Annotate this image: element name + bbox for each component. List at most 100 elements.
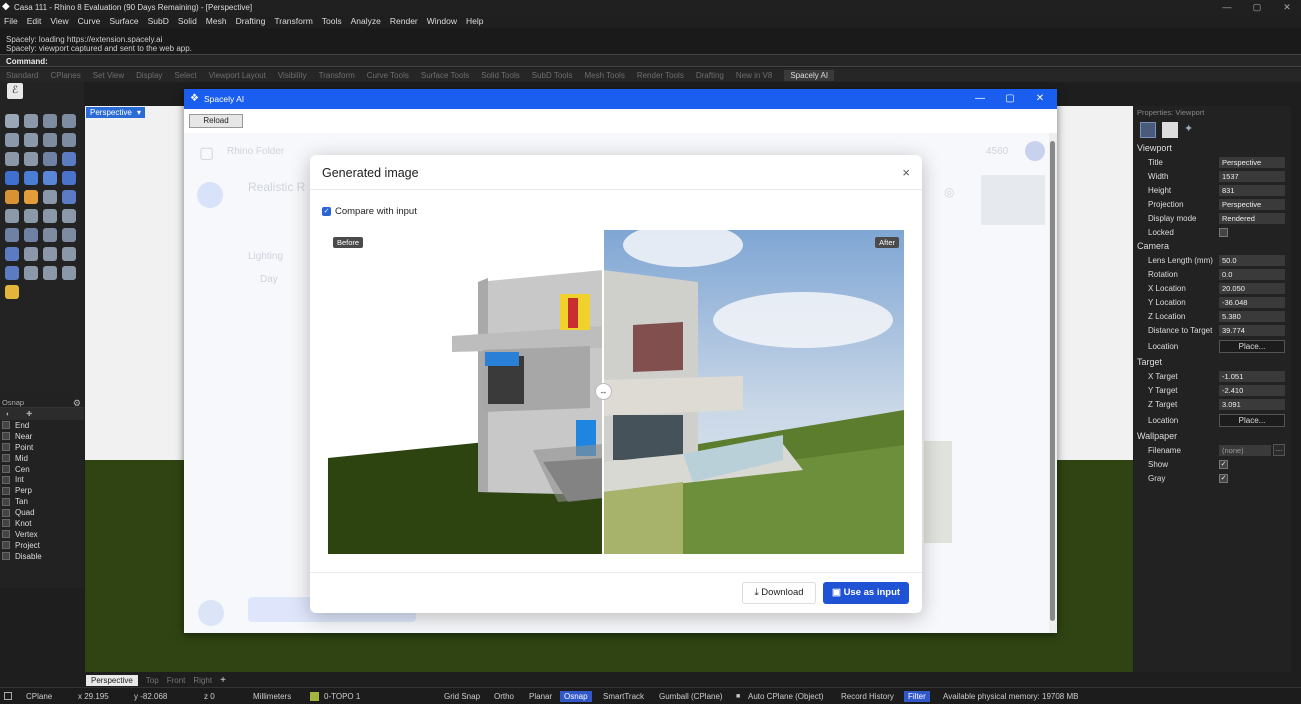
osnap-item-int[interactable]: Int xyxy=(0,474,84,485)
osnap-item-project[interactable]: Project xyxy=(0,540,84,551)
tab-viewport-layout[interactable]: Viewport Layout xyxy=(209,71,266,80)
menu-mesh[interactable]: Mesh xyxy=(206,16,227,26)
checkbox[interactable] xyxy=(2,465,10,473)
osnap-item-point[interactable]: Point xyxy=(0,442,84,453)
render-icon[interactable] xyxy=(24,266,38,280)
osnap-item-mid[interactable]: Mid xyxy=(0,453,84,464)
checkbox[interactable] xyxy=(2,454,10,463)
render-props-icon[interactable]: ✦ xyxy=(1184,122,1200,138)
gray-checkbox[interactable]: ✓ xyxy=(1219,473,1228,483)
osnap-toggle-icon[interactable]: ◐ xyxy=(6,411,10,418)
height-field[interactable]: 831 xyxy=(1219,184,1285,196)
status-cplane[interactable]: CPlane xyxy=(26,692,52,701)
tab-drafting[interactable]: Drafting xyxy=(696,71,724,80)
tab-display[interactable]: Display xyxy=(136,71,162,80)
checkbox[interactable] xyxy=(2,443,10,452)
status-record-history[interactable]: Record History xyxy=(841,692,894,701)
browse-button[interactable]: … xyxy=(1273,444,1285,456)
tab-visibility[interactable]: Visibility xyxy=(278,71,307,80)
menu-subd[interactable]: SubD xyxy=(148,16,169,26)
spacely-minimize-icon[interactable]: — xyxy=(965,89,995,109)
dimension-icon[interactable] xyxy=(24,228,38,242)
checkbox[interactable] xyxy=(2,497,10,506)
osnap-item-tan[interactable]: Tan xyxy=(0,496,84,507)
select-arrow-icon[interactable] xyxy=(5,114,19,128)
camera-icon[interactable]: ◎ xyxy=(944,185,954,199)
rotate-icon[interactable] xyxy=(5,247,19,261)
light-icon[interactable] xyxy=(5,285,19,299)
osnap-item-end[interactable]: End xyxy=(0,420,84,431)
menu-transform[interactable]: Transform xyxy=(274,16,312,26)
projection-select[interactable]: Perspective xyxy=(1219,198,1285,210)
menu-window[interactable]: Window xyxy=(427,16,457,26)
status-auto-cplane[interactable]: Auto CPlane (Object) xyxy=(748,692,824,701)
compare-handle-icon[interactable]: ↔ xyxy=(595,383,612,400)
compare-image[interactable]: ↔ Before After xyxy=(328,230,904,554)
tab-subd-tools[interactable]: SubD Tools xyxy=(532,71,573,80)
fillet-icon[interactable] xyxy=(43,152,57,166)
y-location-field[interactable]: -36.048 xyxy=(1219,296,1285,308)
compare-toggle[interactable]: ✓ Compare with input xyxy=(322,206,417,217)
status-layer[interactable]: 0-TOPO 1 xyxy=(324,692,360,701)
tab-transform[interactable]: Transform xyxy=(319,71,355,80)
tab-mesh-tools[interactable]: Mesh Tools xyxy=(585,71,625,80)
z-location-field[interactable]: 5.380 xyxy=(1219,310,1285,322)
viewport-tab-perspective[interactable]: Perspective xyxy=(86,675,138,686)
text-icon[interactable] xyxy=(5,228,19,242)
add-viewport-icon[interactable]: + xyxy=(220,675,226,686)
curve-icon[interactable] xyxy=(24,152,38,166)
input-thumbnail[interactable] xyxy=(981,175,1045,225)
trim-icon[interactable] xyxy=(43,209,57,223)
tab-set-view[interactable]: Set View xyxy=(93,71,124,80)
reload-button[interactable]: Reload xyxy=(189,114,243,128)
status-filter[interactable]: Filter xyxy=(904,690,930,702)
mirror-icon[interactable] xyxy=(62,247,76,261)
viewport-tab-right[interactable]: Right xyxy=(193,676,212,685)
osnap-item-cen[interactable]: Cen xyxy=(0,464,84,475)
rectangle-icon[interactable] xyxy=(62,114,76,128)
polyline-icon[interactable] xyxy=(43,114,57,128)
gear-icon[interactable]: ⚙ xyxy=(73,398,81,409)
menu-drafting[interactable]: Drafting xyxy=(236,16,266,26)
command-prompt[interactable]: Command: xyxy=(0,54,1301,67)
status-planar[interactable]: Planar xyxy=(529,692,552,701)
checkbox[interactable] xyxy=(2,530,10,539)
patch-icon[interactable] xyxy=(62,171,76,185)
menu-edit[interactable]: Edit xyxy=(27,16,42,26)
checkbox[interactable] xyxy=(2,421,10,430)
x-target-field[interactable]: -1.051 xyxy=(1219,370,1285,382)
viewport-props-icon[interactable] xyxy=(1140,122,1156,138)
surface-icon[interactable] xyxy=(5,171,19,185)
move-icon[interactable] xyxy=(43,228,57,242)
checkbox[interactable] xyxy=(2,432,10,441)
layer-icon[interactable] xyxy=(43,266,57,280)
lens-field[interactable]: 50.0 xyxy=(1219,254,1285,266)
checkbox[interactable] xyxy=(2,486,10,495)
boolean-icon[interactable] xyxy=(24,190,38,204)
tab-cplanes[interactable]: CPlanes xyxy=(50,71,80,80)
modal-close-icon[interactable]: × xyxy=(902,165,910,180)
properties-icon[interactable] xyxy=(62,266,76,280)
compare-checkbox[interactable]: ✓ xyxy=(322,207,331,216)
menu-help[interactable]: Help xyxy=(466,16,483,26)
offset-icon[interactable] xyxy=(62,152,76,166)
checkbox[interactable] xyxy=(2,508,10,517)
menu-tools[interactable]: Tools xyxy=(322,16,342,26)
sweep-icon[interactable] xyxy=(43,171,57,185)
ellipse-icon[interactable] xyxy=(24,133,38,147)
checkbox[interactable] xyxy=(2,552,10,561)
checkbox[interactable] xyxy=(2,519,10,528)
osnap-item-near[interactable]: Near xyxy=(0,431,84,442)
tab-surface-tools[interactable]: Surface Tools xyxy=(421,71,469,80)
copy-icon[interactable] xyxy=(62,228,76,242)
tab-curve-tools[interactable]: Curve Tools xyxy=(367,71,409,80)
status-osnap[interactable]: Osnap xyxy=(560,690,592,702)
osnap-filter-icon[interactable]: ✚ xyxy=(26,410,32,418)
menu-curve[interactable]: Curve xyxy=(78,16,101,26)
viewport-title-tab[interactable]: Perspective ▾ xyxy=(86,107,146,118)
scale-icon[interactable] xyxy=(24,247,38,261)
status-smarttrack[interactable]: SmartTrack xyxy=(603,692,644,701)
tab-spacely-ai[interactable]: Spacely AI xyxy=(784,69,835,81)
close-icon[interactable]: ✕ xyxy=(1272,0,1301,14)
status-units[interactable]: Millimeters xyxy=(253,692,291,701)
